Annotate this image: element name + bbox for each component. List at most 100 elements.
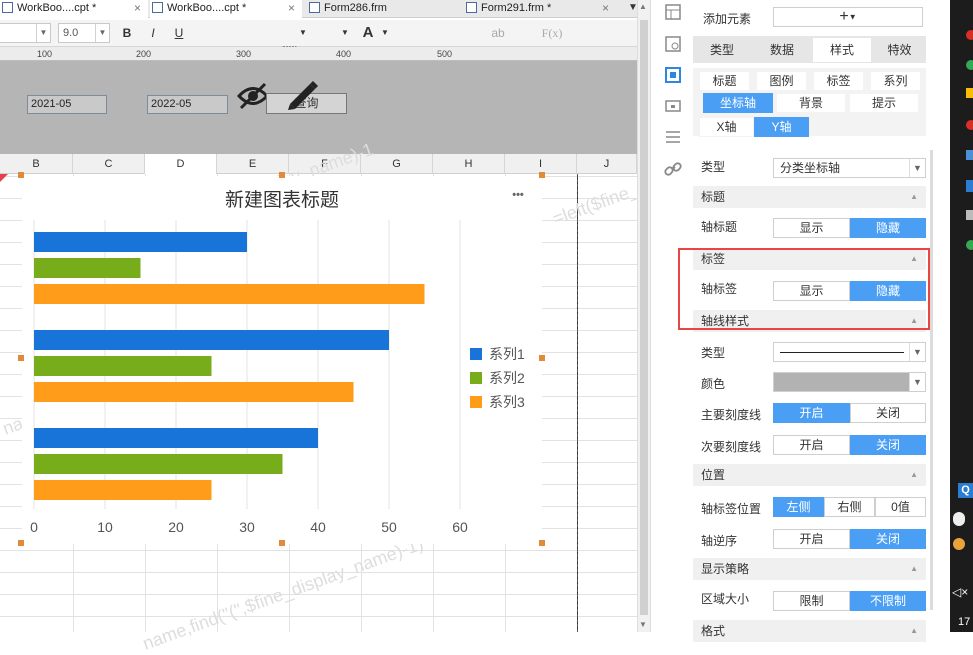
bold-button[interactable]: B [118,23,136,43]
chevron-down-icon[interactable]: ▼ [298,23,308,43]
tab-workbook-2[interactable]: WorkBoo....cpt * × [150,0,302,18]
major-tick-on[interactable]: 开启 [773,403,850,423]
chevron-down-icon[interactable]: ▼ [340,23,350,43]
app-icon[interactable] [966,180,973,192]
tab-style[interactable]: 样式 [813,38,871,62]
pencil-edit-icon[interactable] [284,78,320,110]
resize-handle[interactable] [18,172,24,178]
subtab-x-axis[interactable]: X轴 [699,117,754,137]
tab-form286[interactable]: Form286.frm [307,0,459,18]
color-select[interactable]: ▼ [773,372,926,392]
bar [34,232,247,252]
layout-icon[interactable] [664,3,682,21]
column-header[interactable]: D [145,154,217,174]
app-icon[interactable] [966,150,973,160]
minor-tick-on[interactable]: 开启 [773,435,850,455]
tray-icon[interactable] [953,538,965,550]
bar-chart[interactable]: 新建图表标题 ••• 0 10 20 30 40 50 60 系列1 系列2 系列3 [22,176,542,544]
app-icon[interactable] [966,60,973,70]
font-size-combo[interactable]: 9.0 ▼ [58,23,110,43]
major-tick-off[interactable]: 关闭 [850,403,926,423]
tab-form291[interactable]: Form291.frm * × [464,0,614,18]
app-icon[interactable] [966,120,973,130]
label-position-right[interactable]: 右侧 [824,497,875,517]
tab-type[interactable]: 类型 [693,38,751,62]
column-header[interactable]: C [73,154,145,174]
italic-button[interactable]: I [144,23,162,43]
qq-icon[interactable]: Q [958,483,973,498]
section-position[interactable]: 位置 ▲ [693,464,926,486]
tab-workbook-1[interactable]: WorkBoo....cpt * × [0,0,148,18]
area-limit[interactable]: 限制 [773,591,850,611]
subtab-series[interactable]: 系列 [870,71,921,91]
axis-title-show[interactable]: 显示 [773,218,850,238]
tab-effect[interactable]: 特效 [873,38,926,62]
collapse-icon: ▲ [910,192,918,201]
legend-label: 系列1 [489,346,525,362]
eye-off-icon[interactable] [236,82,270,110]
close-icon[interactable]: × [288,0,295,16]
scroll-down-icon[interactable]: ▼ [639,620,647,629]
subtab-label[interactable]: 标签 [813,71,864,91]
list-icon[interactable] [664,128,682,146]
area-unlimit[interactable]: 不限制 [850,591,926,611]
vertical-scrollbar[interactable]: ▲ ▼ [637,0,650,632]
subtab-tooltip[interactable]: 提示 [849,93,919,113]
app-icon[interactable] [966,88,973,98]
panel-scrollbar[interactable] [930,150,933,610]
column-header[interactable]: I [505,154,577,174]
reverse-on[interactable]: 开启 [773,529,850,549]
label-position-zero[interactable]: 0值 [875,497,926,517]
resize-handle[interactable] [539,172,545,178]
end-date-input[interactable]: 2022-05 [147,95,228,114]
section-format[interactable]: 格式 ▲ [693,620,926,642]
section-strategy[interactable]: 显示策略 ▲ [693,558,926,580]
label-position-left[interactable]: 左侧 [773,497,824,517]
subtab-title[interactable]: 标题 [699,71,750,91]
bar [34,382,354,402]
underline-button[interactable]: U [170,23,188,43]
section-title-label: 标题 [701,190,726,204]
resize-handle[interactable] [279,540,285,546]
axis-type-select[interactable]: 分类坐标轴 ▼ [773,158,926,178]
close-icon[interactable]: × [602,0,609,16]
add-element-button[interactable]: +▼ [773,7,923,27]
minor-tick-off[interactable]: 关闭 [850,435,926,455]
component-icon[interactable] [664,35,682,53]
column-header[interactable]: B [0,154,73,174]
line-type-select[interactable]: ▼ [773,342,926,362]
resize-handle[interactable] [539,540,545,546]
font-family-combo[interactable]: ▼ [0,23,51,43]
resize-handle[interactable] [18,355,24,361]
scroll-up-icon[interactable]: ▲ [639,2,647,11]
column-header[interactable]: J [577,154,637,174]
scrollbar-thumb[interactable] [640,20,648,615]
subtab-background[interactable]: 背景 [776,93,846,113]
app-icon[interactable] [966,30,973,40]
chevron-down-icon[interactable]: ▼ [380,23,390,43]
resize-handle[interactable] [18,540,24,546]
start-date-input[interactable]: 2021-05 [27,95,107,114]
close-icon[interactable]: × [134,0,141,16]
widget-icon[interactable] [664,97,682,115]
grid-file-icon [2,2,13,13]
subtab-y-axis[interactable]: Y轴 [754,117,809,137]
subtab-legend[interactable]: 图例 [756,71,807,91]
section-title[interactable]: 标题 ▲ [693,186,926,208]
font-color-icon[interactable]: A [360,23,376,43]
app-icon[interactable] [966,210,973,220]
link-icon[interactable] [664,160,682,178]
axis-title-hide[interactable]: 隐藏 [850,218,926,238]
style-panel-icon[interactable] [664,66,682,84]
formula-tool-button: F(x) [541,26,563,40]
tray-icon[interactable] [953,512,965,526]
column-header[interactable]: H [433,154,505,174]
color-label: 颜色 [701,377,726,391]
resize-handle[interactable] [279,172,285,178]
resize-handle[interactable] [539,355,545,361]
volume-icon[interactable]: ◁× [952,585,968,599]
subtab-axis[interactable]: 坐标轴 [703,93,773,113]
reverse-off[interactable]: 关闭 [850,529,926,549]
tab-data[interactable]: 数据 [753,38,811,62]
app-icon[interactable] [966,240,973,250]
